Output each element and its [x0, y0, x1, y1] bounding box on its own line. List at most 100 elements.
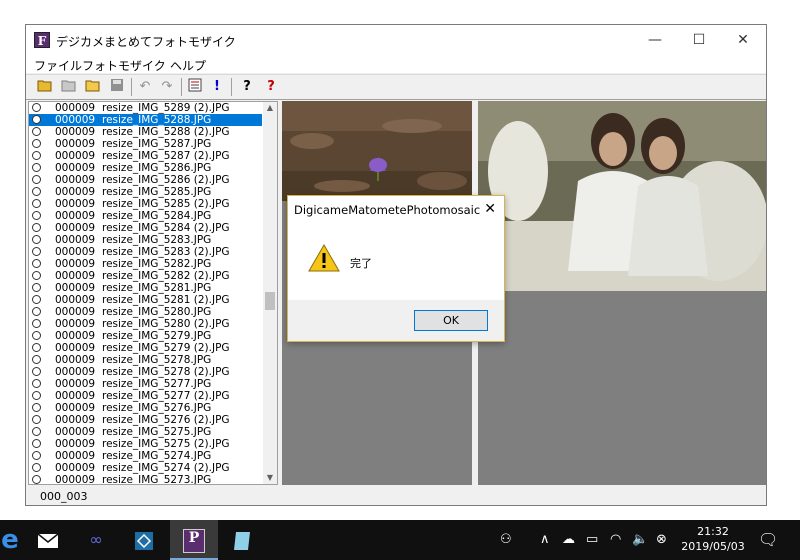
file-list[interactable]: 000009 resize_IMG_5273.JPG 000009 resize_IM… [28, 101, 278, 485]
radio-button[interactable] [32, 463, 41, 472]
menu-help[interactable]: ヘルプ [170, 57, 206, 74]
radio-button[interactable] [32, 295, 41, 304]
title-bar[interactable]: F デジカメまとめてフォトモザイク — ☐ ✕ [26, 25, 766, 55]
radio-button[interactable] [32, 319, 41, 328]
list-item[interactable]: 000009 resize_IMG_5285.JPG [29, 186, 262, 198]
battery-icon[interactable]: ▭ [586, 520, 598, 560]
radio-button[interactable] [32, 211, 41, 220]
dialog-title-bar[interactable]: DigicameMatometePhotomosaic ✕ [288, 196, 504, 224]
list-item[interactable]: 000009 resize_IMG_5285 (2).JPG [29, 198, 262, 210]
list-item[interactable]: 000009 resize_IMG_5281 (2).JPG [29, 294, 262, 306]
store-app-icon[interactable] [120, 520, 168, 560]
context-help-icon[interactable]: ? [262, 78, 280, 96]
minimize-button[interactable]: — [632, 25, 678, 55]
scroll-down-icon[interactable]: ▼ [263, 472, 277, 484]
list-item[interactable]: 000009 resize_IMG_5273.JPG [29, 474, 262, 484]
notification-icon[interactable]: 🗨 [758, 520, 778, 560]
list-item[interactable]: 000009 resize_IMG_5275.JPG [29, 426, 262, 438]
close-button[interactable]: ✕ [720, 25, 766, 55]
radio-button[interactable] [32, 163, 41, 172]
list-item[interactable]: 000009 resize_IMG_5281.JPG [29, 282, 262, 294]
radio-button[interactable] [32, 355, 41, 364]
list-item[interactable]: 000009 resize_IMG_5279 (2).JPG [29, 342, 262, 354]
radio-button[interactable] [32, 451, 41, 460]
menu-photomosaic[interactable]: フォトモザイク [82, 57, 166, 74]
close-icon[interactable]: ✕ [484, 201, 496, 217]
radio-button[interactable] [32, 139, 41, 148]
list-item[interactable]: 000009 resize_IMG_5284 (2).JPG [29, 222, 262, 234]
radio-button[interactable] [32, 127, 41, 136]
list-item[interactable]: 000009 resize_IMG_5282.JPG [29, 258, 262, 270]
radio-button[interactable] [32, 199, 41, 208]
ok-button[interactable]: OK [414, 310, 488, 331]
list-item[interactable]: 000009 resize_IMG_5274 (2).JPG [29, 462, 262, 474]
volume-icon[interactable]: 🔈 [632, 520, 648, 560]
open-folder-icon[interactable] [36, 78, 54, 96]
radio-button[interactable] [32, 367, 41, 376]
mail-icon[interactable] [24, 520, 72, 560]
radio-button[interactable] [32, 151, 41, 160]
list-item[interactable]: 000009 resize_IMG_5279.JPG [29, 330, 262, 342]
chevron-up-icon[interactable]: ∧ [540, 520, 550, 560]
scroll-up-icon[interactable]: ▲ [263, 102, 277, 114]
list-item[interactable]: 000009 resize_IMG_5276 (2).JPG [29, 414, 262, 426]
menu-file[interactable]: ファイル [34, 57, 82, 74]
exclamation-icon[interactable]: ! [208, 78, 226, 96]
radio-button[interactable] [32, 439, 41, 448]
cloud-icon[interactable]: ☁ [562, 520, 575, 560]
list-item[interactable]: 000009 resize_IMG_5289 (2).JPG [29, 102, 262, 114]
radio-button[interactable] [32, 187, 41, 196]
radio-button[interactable] [32, 247, 41, 256]
new-folder-icon[interactable] [60, 78, 78, 96]
people-icon[interactable]: ⚇ [500, 520, 512, 560]
radio-button[interactable] [32, 175, 41, 184]
radio-button[interactable] [32, 103, 41, 112]
list-item[interactable]: 000009 resize_IMG_5275 (2).JPG [29, 438, 262, 450]
radio-button[interactable] [32, 307, 41, 316]
photomosaic-app-icon[interactable]: P [170, 520, 218, 560]
save-icon[interactable] [108, 78, 126, 96]
list-icon[interactable] [186, 78, 204, 96]
maximize-button[interactable]: ☐ [676, 25, 722, 55]
infinity-app-icon[interactable]: ∞ [72, 520, 120, 560]
radio-button[interactable] [32, 271, 41, 280]
scrollbar[interactable]: ▲ ▼ [263, 102, 277, 484]
radio-button[interactable] [32, 235, 41, 244]
radio-button[interactable] [32, 379, 41, 388]
redo-icon[interactable]: ↷ [158, 78, 176, 96]
radio-button[interactable] [32, 115, 41, 124]
list-item[interactable]: 000009 resize_IMG_5287 (2).JPG [29, 150, 262, 162]
list-item[interactable]: 000009 resize_IMG_5284.JPG [29, 210, 262, 222]
help-icon[interactable]: ? [238, 78, 256, 96]
list-item[interactable]: 000009 resize_IMG_5274.JPG [29, 450, 262, 462]
undo-icon[interactable]: ↶ [136, 78, 154, 96]
clock[interactable]: 21:32 2019/05/03 [678, 524, 748, 554]
radio-button[interactable] [32, 223, 41, 232]
list-item[interactable]: 000009 resize_IMG_5277 (2).JPG [29, 390, 262, 402]
list-item[interactable]: 000009 resize_IMG_5286.JPG [29, 162, 262, 174]
list-item[interactable]: 000009 resize_IMG_5283 (2).JPG [29, 246, 262, 258]
list-item[interactable]: 000009 resize_IMG_5277.JPG [29, 378, 262, 390]
scroll-thumb[interactable] [265, 292, 275, 310]
list-item[interactable]: 000009 resize_IMG_5276.JPG [29, 402, 262, 414]
radio-button[interactable] [32, 475, 41, 484]
wifi-icon[interactable]: ◠ [610, 520, 621, 560]
radio-button[interactable] [32, 259, 41, 268]
radio-button[interactable] [32, 391, 41, 400]
list-item[interactable]: 000009 resize_IMG_5280 (2).JPG [29, 318, 262, 330]
radio-button[interactable] [32, 331, 41, 340]
network-icon[interactable]: ⊗ [656, 520, 667, 560]
list-item[interactable]: 000009 resize_IMG_5278.JPG [29, 354, 262, 366]
list-item[interactable]: 000009 resize_IMG_5287.JPG [29, 138, 262, 150]
list-item[interactable]: 000009 resize_IMG_5280.JPG [29, 306, 262, 318]
folder-icon[interactable] [84, 78, 102, 96]
radio-button[interactable] [32, 403, 41, 412]
radio-button[interactable] [32, 415, 41, 424]
list-item[interactable]: 000009 resize_IMG_5288.JPG [29, 114, 262, 126]
list-item[interactable]: 000009 resize_IMG_5278 (2).JPG [29, 366, 262, 378]
notes-app-icon[interactable] [218, 520, 266, 560]
list-item[interactable]: 000009 resize_IMG_5286 (2).JPG [29, 174, 262, 186]
list-item[interactable]: 000009 resize_IMG_5288 (2).JPG [29, 126, 262, 138]
radio-button[interactable] [32, 283, 41, 292]
radio-button[interactable] [32, 427, 41, 436]
